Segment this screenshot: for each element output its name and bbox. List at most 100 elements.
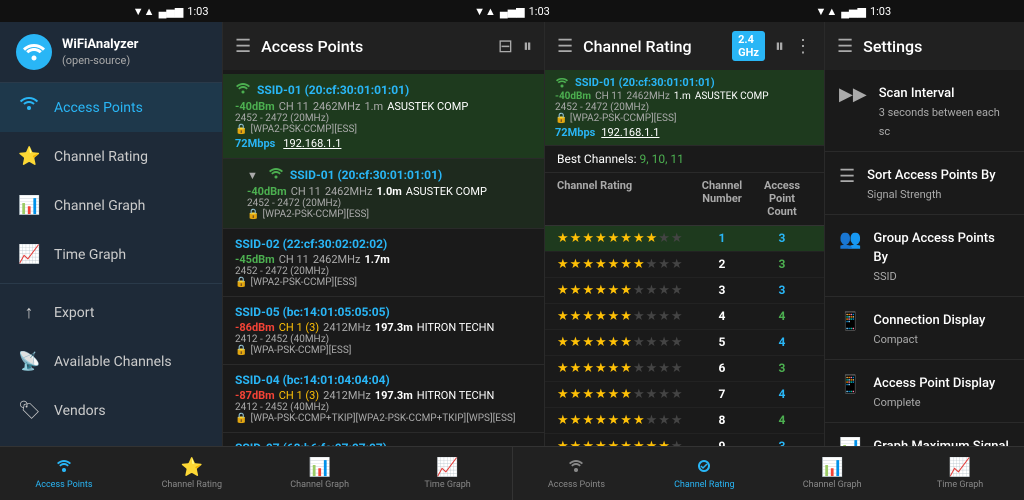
bottom-tab-cr-1[interactable]: ⭐ Channel Rating [128, 447, 256, 500]
cr-col-rating: Channel Rating [557, 179, 692, 219]
cr-row-8[interactable]: ★★★★★★★★★★93 [545, 434, 824, 446]
bottom-tab-cr-2[interactable]: Channel Rating [640, 447, 768, 500]
ap-item-4[interactable]: SSID-04 (bc:14:01:04:04:04) -87dBm CH 1 … [223, 365, 544, 433]
bottom-tab-ap-1[interactable]: Access Points [0, 447, 128, 500]
bottom-tab-cg-2[interactable]: 📊 Channel Graph [768, 447, 896, 500]
time-left: 1:03 [187, 5, 208, 18]
ap-wifi-icon-0 [235, 82, 251, 98]
wifi-icon-right: ▄▅▆ [841, 5, 866, 18]
ap-dist-2: 1.7m [364, 253, 389, 266]
access-points-panel: ☰ Access Points ⊟ ⏸ SSID-01 (20:cf:30:01… [222, 22, 544, 446]
status-bar-right: ▼▲ ▄▅▆ 1:03 [683, 0, 1024, 22]
cr-row-2[interactable]: ★★★★★★★★★★33 [545, 278, 824, 304]
sidebar-item-channel-graph[interactable]: 📊 Channel Graph [0, 181, 222, 230]
ap-panel-title: Access Points [261, 37, 488, 56]
cr-row-1[interactable]: ★★★★★★★★★★23 [545, 252, 824, 278]
sidebar-item-time-graph[interactable]: 📈 Time Graph [0, 230, 222, 279]
cr-stars-7: ★★★★★★★★★★ [557, 413, 692, 428]
cr-ap-count-2: 3 [752, 283, 812, 297]
settings-item-2[interactable]: 👥Group Access Points BySSID [825, 215, 1024, 297]
settings-item-1[interactable]: ☰Sort Access Points BySignal Strength [825, 152, 1024, 215]
tab-icon-tg-1: 📈 [436, 457, 458, 478]
ap-ch-0: CH 11 [279, 100, 309, 113]
cr-ap-count-5: 3 [752, 361, 812, 375]
ap-item-0[interactable]: SSID-01 (20:cf:30:01:01:01) -40dBm CH 11… [223, 74, 544, 159]
sidebar-label-access-points: Access Points [54, 100, 143, 116]
cr-stars-4: ★★★★★★★★★★ [557, 335, 692, 350]
sidebar-item-access-points[interactable]: Access Points [0, 83, 222, 132]
ap-name-0: ASUSTEK COMP [387, 100, 468, 113]
signal-icons-left: ▼▲ [133, 5, 155, 18]
cr-row-3[interactable]: ★★★★★★★★★★44 [545, 304, 824, 330]
ap-item-3[interactable]: SSID-05 (bc:14:01:05:05:05) -86dBm CH 1 … [223, 297, 544, 365]
settings-item-0[interactable]: ▶▶Scan Interval3 seconds between each sc [825, 70, 1024, 152]
cr-table: ★★★★★★★★★★13★★★★★★★★★★23★★★★★★★★★★33★★★★… [545, 226, 824, 446]
settings-text-3: Connection DisplayCompact [873, 309, 985, 347]
settings-icon-2: 👥 [839, 229, 861, 250]
ap-item-2[interactable]: SSID-02 (22:cf:30:02:02:02) -45dBm CH 11… [223, 229, 544, 297]
sidebar-label-export: Export [54, 305, 94, 321]
sidebar: WiFiAnalyzer (open-source) Access Points… [0, 22, 222, 446]
tab-icon-ap-2 [567, 457, 585, 478]
ap-freq-0: 2462MHz [313, 100, 361, 113]
ap-security-4: 🔒[WPA-PSK-CCMP+TKIP][WPA2-PSK-CCMP+TKIP]… [235, 413, 532, 424]
settings-text-5: Graph Maximum Signal-20dBm [873, 435, 1008, 446]
signal-icons-right: ▼▲ [815, 5, 837, 18]
ap-item-5[interactable]: SSID-07 (68:b6:fc:07:07:07) -89dBm CH 1 … [223, 433, 544, 446]
bottom-tab-cg-1[interactable]: 📊 Channel Graph [256, 447, 384, 500]
settings-menu-icon[interactable]: ☰ [837, 36, 853, 57]
tab-icon-tg-2: 📈 [949, 457, 971, 478]
ap-filter-icon[interactable]: ⊟ [498, 36, 513, 57]
cr-pause-icon[interactable]: ⏸ [775, 36, 784, 57]
cr-row-5[interactable]: ★★★★★★★★★★63 [545, 356, 824, 382]
ap-range-4: 2412 - 2452 (40MHz) [235, 402, 532, 413]
ap-ssid-4: SSID-04 (bc:14:01:04:04:04) [235, 373, 390, 387]
ap-pause-icon[interactable]: ⏸ [523, 36, 532, 57]
ap-ip-0: 192.168.1.1 [283, 137, 341, 150]
cr-row-6[interactable]: ★★★★★★★★★★74 [545, 382, 824, 408]
cr-row-4[interactable]: ★★★★★★★★★★54 [545, 330, 824, 356]
tab-icon-cg-2: 📊 [821, 457, 843, 478]
app-title: WiFiAnalyzer [62, 37, 138, 54]
settings-text-0: Scan Interval3 seconds between each sc [879, 82, 1010, 139]
tab-icon-cg-1: 📊 [308, 457, 330, 478]
cr-stars-1: ★★★★★★★★★★ [557, 257, 692, 272]
cr-ap-count-0: 3 [752, 231, 812, 245]
cr-menu-icon[interactable]: ☰ [557, 36, 573, 57]
ap-wifi-icon-1 [268, 167, 284, 183]
ap-dbm-1: -40dBm [247, 185, 287, 198]
cr-top-ap: SSID-01 (20:cf:30:01:01:01) -40dBm CH 11… [545, 70, 824, 146]
settings-item-5[interactable]: 📊Graph Maximum Signal-20dBm [825, 423, 1024, 446]
cr-top-range: 2452 - 2472 (20MHz) [555, 102, 814, 113]
ap-range-0: 2452 - 2472 (20MHz) [235, 113, 532, 124]
sidebar-label-time-graph: Time Graph [54, 247, 126, 263]
sidebar-item-export[interactable]: ↑ Export [0, 288, 222, 337]
sidebar-item-vendors[interactable]: 🏷 Vendors [0, 386, 222, 435]
access-points-icon [18, 97, 40, 118]
ap-security-1: 🔒[WPA2-PSK-CCMP][ESS] [247, 209, 532, 220]
bottom-tabs: Access Points ⭐ Channel Rating 📊 Channel… [0, 446, 1024, 500]
bottom-tab-tg-1[interactable]: 📈 Time Graph [384, 447, 512, 500]
time-right: 1:03 [870, 5, 891, 18]
cr-ap-count-1: 3 [752, 257, 812, 271]
ap-item-1[interactable]: ▼ SSID-01 (20:cf:30:01:01:01) -40dBm CH … [223, 159, 544, 229]
cr-row-7[interactable]: ★★★★★★★★★★84 [545, 408, 824, 434]
sidebar-item-channel-rating[interactable]: ⭐ Channel Rating [0, 132, 222, 181]
sidebar-header: WiFiAnalyzer (open-source) [0, 22, 222, 83]
cr-row-0[interactable]: ★★★★★★★★★★13 [545, 226, 824, 252]
sidebar-item-available-channels[interactable]: 📡 Available Channels [0, 337, 222, 386]
ap-dist-3: 197.3m [375, 321, 413, 334]
settings-item-4[interactable]: 📱Access Point DisplayComplete [825, 360, 1024, 423]
ap-extra-0: 72Mbps 192.168.1.1 [235, 137, 532, 150]
ap-menu-icon[interactable]: ☰ [235, 36, 251, 57]
bottom-tab-tg-2[interactable]: 📈 Time Graph [896, 447, 1024, 500]
bottom-tab-ap-2[interactable]: Access Points [513, 447, 641, 500]
cr-best-channels: Best Channels: 9, 10, 11 [545, 146, 824, 173]
app-name-block: WiFiAnalyzer (open-source) [62, 37, 138, 67]
cr-channel-num-7: 8 [692, 413, 752, 427]
cr-stars-5: ★★★★★★★★★★ [557, 361, 692, 376]
cr-more-icon[interactable]: ⋮ [794, 36, 812, 57]
cr-stars-8: ★★★★★★★★★★ [557, 439, 692, 446]
settings-item-3[interactable]: 📱Connection DisplayCompact [825, 297, 1024, 360]
sidebar-item-portauthority[interactable]: 🔗 PortAuthority [0, 435, 222, 446]
